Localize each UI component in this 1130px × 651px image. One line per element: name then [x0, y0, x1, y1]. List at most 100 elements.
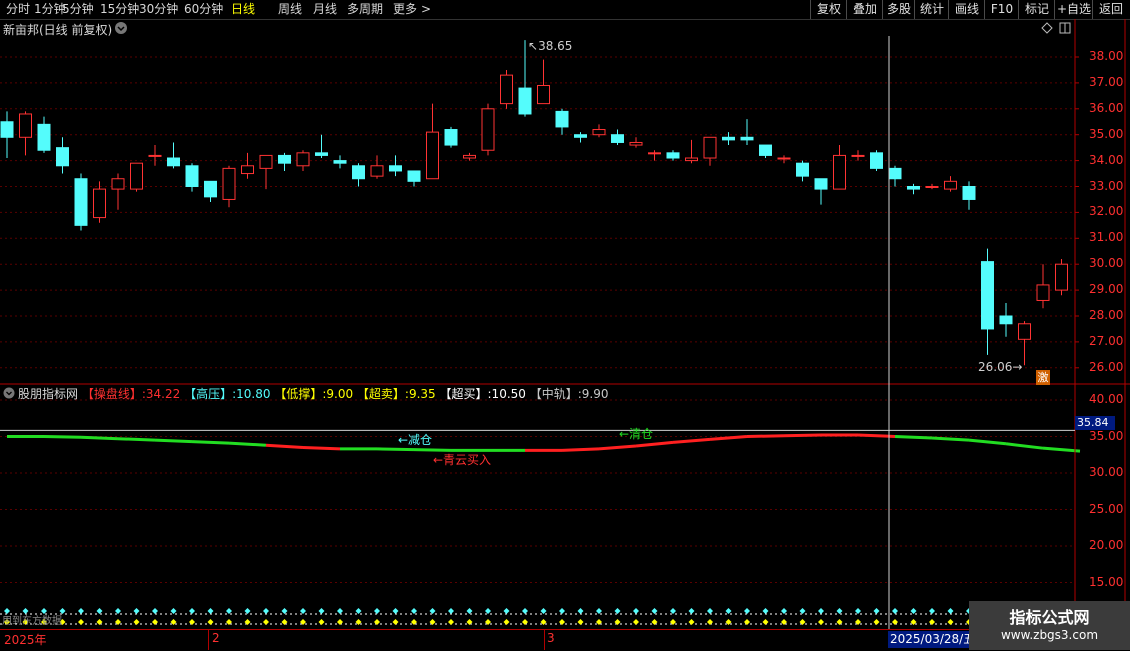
candle-body [722, 136, 735, 141]
signal-dot-cyan [614, 608, 621, 614]
signal-dot-yellow [522, 619, 528, 625]
indicator-segment [228, 441, 267, 447]
indicator-segment [783, 433, 822, 438]
candle-body [130, 162, 143, 190]
candle-body [777, 157, 791, 160]
signal-dot-cyan [133, 608, 140, 614]
candle-body [555, 110, 569, 128]
signal-dot-yellow [263, 619, 269, 625]
candle [167, 142, 180, 169]
signal-dot-cyan [707, 608, 713, 614]
param-value: :9.00 [322, 387, 357, 401]
param-value: :10.80 [232, 387, 275, 401]
candle [907, 183, 920, 195]
high-value: 38.65 [538, 39, 573, 53]
signal-dot-cyan [355, 608, 362, 614]
signal-dot-cyan [263, 608, 269, 614]
low-value: 26.06 [978, 360, 1013, 374]
signal-dot-rows [0, 608, 1075, 625]
signal-dot-cyan [855, 608, 861, 614]
low-price-label: 26.06→ [978, 360, 1022, 374]
candle [592, 124, 606, 138]
candle-body [352, 165, 365, 180]
candle [370, 155, 384, 179]
param-label: 【超买】 [439, 387, 488, 401]
candle-body [999, 315, 1013, 325]
signal-dot-cyan [244, 608, 251, 614]
indicator-dropdown-icon[interactable] [3, 387, 15, 403]
candle-body [93, 188, 106, 219]
indicator-segment [1042, 446, 1081, 453]
signal-dot-cyan [836, 608, 843, 614]
signal-dot-cyan [448, 608, 454, 614]
alert-badge[interactable]: 激 [1036, 370, 1050, 385]
chart-canvas[interactable] [0, 0, 1130, 650]
signal-dot-cyan [392, 608, 399, 614]
candle-body [925, 186, 939, 188]
candle [722, 132, 735, 146]
signal-dot-yellow [633, 619, 639, 625]
candle [130, 162, 143, 192]
candle [999, 303, 1013, 337]
candle-body [666, 152, 680, 159]
candle [389, 155, 402, 177]
signal-dot-cyan [337, 608, 343, 614]
candle-body [333, 160, 347, 164]
candle-body [74, 178, 88, 226]
indicator-header: 股朋指标网 【操盘线】:34.22 【高压】:10.80 【低撑】:9.00 【… [3, 386, 609, 403]
candle [56, 137, 69, 174]
signal-dot-cyan [503, 608, 510, 614]
candle-body [592, 129, 606, 136]
candle-body [0, 121, 14, 138]
candle-body [407, 170, 421, 182]
indicator-y-tick: 20.00 [1089, 538, 1124, 552]
candle [759, 144, 772, 159]
signal-dot-cyan [485, 608, 491, 614]
candle-body [389, 165, 402, 172]
candle-body [703, 136, 717, 159]
signal-dot-yellow [873, 619, 880, 625]
signal-dot-cyan [411, 608, 417, 614]
signal-dot-yellow [577, 619, 584, 625]
candle-body [37, 123, 51, 151]
signal-dot-yellow [374, 619, 380, 625]
candle [1055, 259, 1068, 296]
main-y-tick: 30.00 [1089, 256, 1124, 271]
signal-dot-yellow [947, 619, 954, 625]
candle-body [851, 154, 865, 157]
signal-dot-cyan [744, 608, 750, 614]
main-y-tick: 38.00 [1089, 49, 1124, 63]
signal-dot-cyan [300, 608, 306, 614]
signal-dot-cyan [910, 608, 917, 614]
candle [204, 180, 217, 203]
param-label: 【操盘线】 [81, 387, 142, 401]
candle [611, 129, 624, 146]
candle [74, 173, 88, 231]
candle [796, 160, 809, 182]
candle [740, 119, 754, 146]
main-y-tick: 33.00 [1089, 178, 1124, 193]
signal-dot-yellow [133, 619, 140, 625]
candle-body [1018, 323, 1031, 340]
candle [685, 139, 698, 164]
high-arrow-icon: ↖ [528, 39, 539, 53]
indicator-segment [598, 444, 637, 451]
candle-body [907, 186, 920, 190]
signal-dot-yellow [818, 619, 824, 625]
indicator-segment [894, 435, 933, 440]
candle [574, 132, 587, 143]
signal-dot-yellow [448, 619, 454, 625]
candle [19, 111, 32, 156]
indicator-segment [265, 443, 304, 449]
candle [648, 150, 661, 161]
main-y-tick: 37.00 [1089, 74, 1124, 89]
signal-dot-cyan [189, 608, 195, 614]
signal-dot-cyan [577, 608, 584, 614]
candle-body [148, 154, 162, 157]
main-y-tick: 27.00 [1089, 333, 1124, 348]
signal-dot-cyan [818, 608, 824, 614]
candle-body [814, 178, 828, 190]
candle [944, 176, 957, 192]
candle [888, 165, 902, 187]
signal-dot-cyan [929, 608, 935, 614]
